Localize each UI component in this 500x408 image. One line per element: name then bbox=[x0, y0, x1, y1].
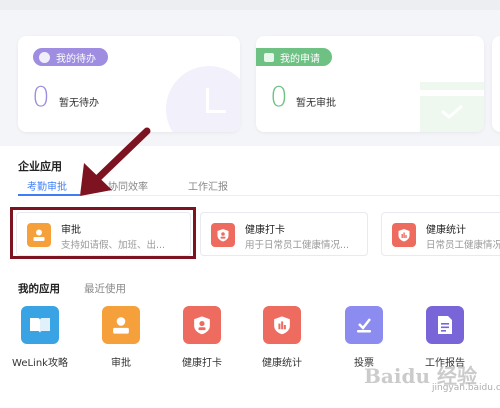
annotation-arrow-icon bbox=[80, 127, 151, 196]
baidu-watermark-url: jingyan.baidu.com bbox=[432, 383, 500, 393]
